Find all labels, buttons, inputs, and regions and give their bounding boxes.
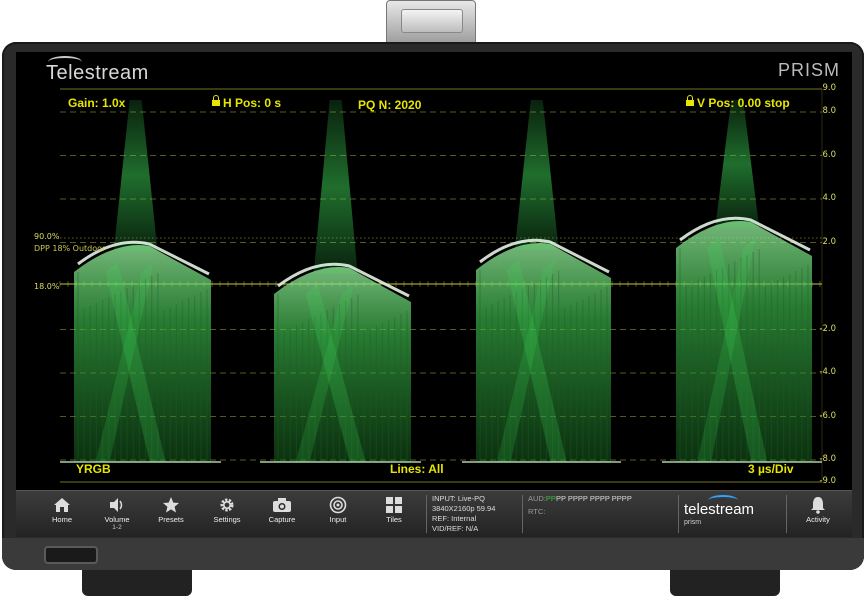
waveform-plot — [59, 88, 823, 483]
marker-90-label: 90.0% — [34, 232, 60, 241]
scale-label: 6.0 — [822, 149, 836, 160]
toolbar-separator — [522, 495, 523, 533]
scale-label: 9.0 — [822, 83, 836, 93]
input-button[interactable]: Input — [310, 495, 366, 535]
hpos-readout: H Pos: 0 s — [212, 95, 281, 110]
home-button[interactable]: Home — [34, 495, 90, 535]
display-screen: Telestream PRISM Gain: 1.0x H Pos: 0 s P… — [16, 52, 852, 537]
scale-label: -2.0 — [819, 323, 836, 334]
toolbar-separator — [426, 495, 427, 533]
camera-icon — [254, 495, 310, 515]
scale-label: 8.0 — [822, 106, 836, 116]
scale-label: -4.0 — [819, 367, 836, 377]
tiles-button[interactable]: Tiles — [366, 495, 422, 535]
capture-button[interactable]: Capture — [254, 495, 310, 535]
timebase-readout: 3 µs/Div — [748, 462, 794, 476]
presets-button[interactable]: Presets — [143, 495, 199, 535]
scale-label: 2.0 — [822, 236, 836, 247]
settings-button[interactable]: Settings — [199, 495, 255, 535]
lines-readout: Lines: All — [390, 462, 444, 476]
marker-18-label: 18.0% — [34, 282, 60, 291]
scale-label: 4.0 — [822, 193, 836, 203]
volume-button[interactable]: Volume 1-2 — [89, 495, 145, 535]
tiles-icon — [366, 495, 422, 515]
gain-readout: Gain: 1.0x — [68, 96, 126, 110]
carry-handle — [386, 0, 476, 46]
vpos-readout: V Pos: 0.00 stop — [686, 95, 790, 110]
telestream-prism-logo: telestream prism — [684, 495, 754, 526]
scale-label: -9.0 — [819, 476, 836, 486]
gear-icon — [199, 495, 255, 515]
input-status[interactable]: INPUT: Live-PQ 3840X2160p 59.94 REF: Int… — [432, 494, 495, 534]
lock-icon — [686, 95, 694, 106]
target-icon — [310, 495, 366, 515]
speaker-icon — [89, 495, 145, 515]
waveform-traces — [60, 100, 822, 463]
scale-label: -6.0 — [819, 410, 836, 421]
usb-port — [44, 546, 98, 564]
bottom-bezel — [2, 538, 864, 570]
home-icon — [34, 495, 90, 515]
pq-readout: PQ N: 2020 — [358, 98, 422, 112]
left-foot — [82, 570, 192, 596]
activity-button[interactable]: Activity — [790, 495, 846, 535]
dpp-label: DPP 18% Outdoor — [34, 244, 106, 253]
star-icon — [143, 495, 199, 515]
right-foot — [670, 570, 780, 596]
audio-status[interactable]: AUD:PPPP PPPP PPPP PPPP RTC: — [528, 494, 632, 517]
toolbar-separator — [678, 495, 679, 533]
scale-label: -8.0 — [819, 454, 836, 464]
toolbar-separator — [786, 495, 787, 533]
handle-grip — [401, 9, 463, 33]
lock-icon — [212, 95, 220, 106]
mode-readout: YRGB — [76, 462, 111, 476]
bottom-toolbar: Home Volume 1-2 Presets Settings Capture… — [16, 490, 852, 537]
bell-icon — [790, 495, 846, 515]
